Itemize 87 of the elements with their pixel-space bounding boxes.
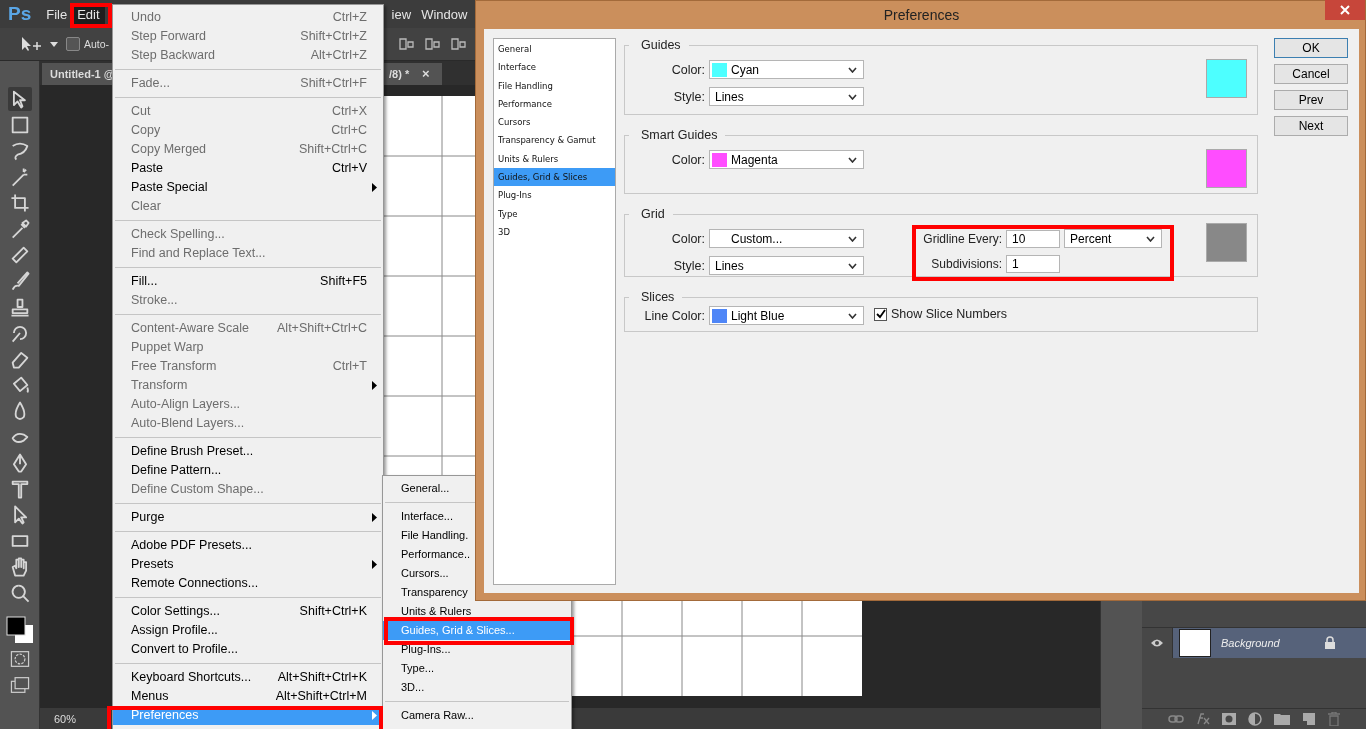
group-title: Smart Guides xyxy=(640,128,719,142)
dropdown-value: Lines xyxy=(714,89,745,104)
shortcut-label: Alt+Ctrl+Z xyxy=(310,47,367,64)
shortcut-label: Shift+Ctrl+C xyxy=(298,141,367,158)
menu-item[interactable]: Paste Special xyxy=(113,178,383,197)
menu-item[interactable]: Define Brush Preset... xyxy=(113,442,383,461)
category-item[interactable]: Cursors xyxy=(494,113,615,132)
category-item[interactable]: Type xyxy=(494,204,615,223)
field-label: Style: xyxy=(672,258,705,273)
group-title: Guides xyxy=(640,38,682,52)
shortcut-label: Alt+Shift+Ctrl+M xyxy=(275,688,367,705)
menu-bar-item[interactable]: Window xyxy=(416,2,473,26)
category-item[interactable]: File Handling xyxy=(494,76,615,95)
zoom-level[interactable]: 60% xyxy=(54,712,77,725)
input-field[interactable]: 1 xyxy=(1006,255,1060,273)
menu-item[interactable]: Camera Raw... xyxy=(383,706,571,725)
shortcut-label: Shift+F5 xyxy=(320,273,367,290)
field-label: Gridline Every: xyxy=(922,231,1002,246)
menu-item[interactable]: Convert to Profile... xyxy=(113,640,383,659)
shortcut-label: Alt+Shift+Ctrl+K xyxy=(277,669,367,686)
menu-item[interactable]: Assign Profile... xyxy=(113,621,383,640)
dropdown-value: Custom... xyxy=(731,231,784,246)
dropdown-value: Percent xyxy=(1069,231,1113,246)
shortcut-label: Shift+Ctrl+K xyxy=(299,603,367,620)
checkbox-label: Show Slice Numbers xyxy=(891,307,1007,321)
shortcut-label: Shift+Ctrl+F xyxy=(300,75,367,92)
dropdown-value: Magenta xyxy=(731,152,779,167)
menu-item[interactable]: Purge xyxy=(113,508,383,527)
menu-item[interactable]: 3D... xyxy=(383,678,571,697)
dialog-button[interactable]: OK xyxy=(1274,38,1348,58)
dropdown[interactable]: Light Blue xyxy=(709,306,864,325)
menu-item[interactable]: Remote Connections... xyxy=(113,574,383,593)
checkbox-label: Auto- xyxy=(84,38,110,50)
shortcut-label: Ctrl+V xyxy=(331,160,367,177)
category-item[interactable]: Guides, Grid & Slices xyxy=(494,168,615,187)
category-item[interactable]: Plug-Ins xyxy=(494,186,615,205)
menu-item[interactable]: Units & Rulers xyxy=(383,602,571,621)
menu-item[interactable]: Adobe PDF Presets... xyxy=(113,536,383,555)
category-item[interactable]: 3D xyxy=(494,222,615,242)
category-item[interactable]: Performance xyxy=(494,94,615,114)
dropdown[interactable]: Magenta xyxy=(709,150,864,169)
dropdown[interactable]: Lines xyxy=(709,87,864,106)
menu-item[interactable]: Fill... Shift+F5 xyxy=(113,272,383,291)
close-tab-button[interactable]: × xyxy=(422,66,430,81)
dropdown-value: Light Blue xyxy=(731,308,786,323)
shortcut-label: Shift+Ctrl+Z xyxy=(300,28,367,45)
dropdown[interactable]: Percent xyxy=(1064,229,1162,248)
dropdown[interactable]: Lines xyxy=(709,256,864,275)
menu-item[interactable]: Color Settings... Shift+Ctrl+K xyxy=(113,602,383,621)
menu-item[interactable]: Keyboard Shortcuts... Alt+Shift+Ctrl+K xyxy=(113,668,383,687)
field-label: Subdivisions: xyxy=(930,257,1002,271)
dialog-button[interactable]: Prev xyxy=(1274,90,1348,110)
field-label: Style: xyxy=(672,89,705,104)
group-title: Grid xyxy=(640,207,666,221)
category-item[interactable]: General xyxy=(494,40,615,59)
shortcut-label: Ctrl+Z xyxy=(332,9,367,26)
layer-name: Background xyxy=(1221,637,1280,649)
tab-title: /8) * xyxy=(389,68,410,80)
shortcut-label: Ctrl+C xyxy=(331,122,367,139)
layer-row[interactable]: Background xyxy=(1142,627,1366,658)
menu-bar-item[interactable]: File xyxy=(41,2,73,26)
dropdown-value: Lines xyxy=(714,258,745,273)
field-label: Line Color: xyxy=(643,308,705,323)
input-field[interactable]: 10 xyxy=(1006,229,1060,248)
field-label: Color: xyxy=(670,152,705,167)
field-label: Color: xyxy=(670,62,705,77)
category-item[interactable]: Units & Rulers xyxy=(494,149,615,169)
menu-bar-item[interactable]: iew xyxy=(386,2,417,26)
shortcut-label: Ctrl+T xyxy=(332,358,367,375)
menu-item[interactable]: Paste Ctrl+V xyxy=(113,159,383,178)
dialog-button[interactable]: Cancel xyxy=(1274,64,1348,84)
field-label: Color: xyxy=(670,231,705,246)
dialog-title: Preferences xyxy=(883,7,960,23)
menu-item[interactable]: Menus Alt+Shift+Ctrl+M xyxy=(113,687,383,706)
menu-item[interactable]: Type... xyxy=(383,659,571,678)
category-item[interactable]: Transparency & Gamut xyxy=(494,131,615,150)
category-item[interactable]: Interface xyxy=(494,58,615,77)
menu-item[interactable]: Define Pattern... xyxy=(113,461,383,480)
shortcut-label: Alt+Shift+Ctrl+C xyxy=(277,320,367,337)
app-logo[interactable]: Ps xyxy=(8,3,32,25)
group-title: Slices xyxy=(640,290,676,304)
dropdown[interactable]: Custom... xyxy=(709,229,864,248)
dropdown[interactable]: Cyan xyxy=(709,60,864,79)
menu-item[interactable]: Presets xyxy=(113,555,383,574)
dialog-button[interactable]: Next xyxy=(1274,116,1348,136)
dropdown-value: Cyan xyxy=(731,62,760,77)
shortcut-label: Ctrl+X xyxy=(331,103,367,120)
